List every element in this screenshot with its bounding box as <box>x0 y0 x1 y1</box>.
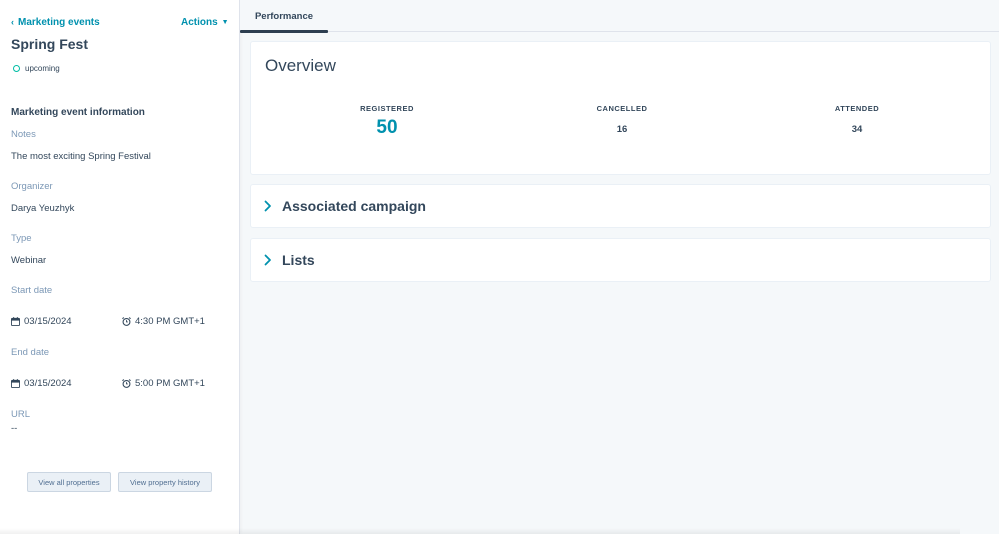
lists-section[interactable]: Lists <box>250 238 991 282</box>
type-value[interactable]: Webinar <box>11 255 46 266</box>
overview-card: Overview REGISTERED 50 CANCELLED 16 ATTE… <box>250 41 991 175</box>
bottom-shadow <box>0 528 960 534</box>
back-link-label: Marketing events <box>18 17 100 28</box>
organizer-label: Organizer <box>11 181 53 192</box>
sidebar: ‹ Marketing events Actions ▼ Spring Fest… <box>0 0 240 534</box>
section-heading: Lists <box>282 252 315 268</box>
end-date-label: End date <box>11 347 50 358</box>
metric-label: CANCELLED <box>596 104 648 113</box>
overview-title: Overview <box>265 56 336 75</box>
end-time-value: 5:00 PM GMT+1 <box>135 378 205 389</box>
metric-label: ATTENDED <box>834 104 880 113</box>
chevron-left-icon: ‹ <box>11 17 14 27</box>
section-heading: Associated campaign <box>282 198 426 214</box>
chevron-right-icon <box>264 254 271 266</box>
start-time-value: 4:30 PM GMT+1 <box>135 316 205 327</box>
section-title: Marketing event information <box>11 107 145 118</box>
metric-value: 34 <box>851 124 863 135</box>
calendar-icon <box>11 317 20 326</box>
start-date-label: Start date <box>11 285 53 296</box>
tab-bar: Performance <box>240 0 999 33</box>
end-date-row[interactable]: 03/15/2024 5:00 PM GMT+1 <box>11 378 205 389</box>
status-dot-icon <box>13 65 20 72</box>
metric-registered: REGISTERED 50 <box>327 104 447 139</box>
metric-value-link[interactable]: 50 <box>376 117 397 139</box>
view-all-properties-button[interactable]: View all properties <box>27 472 111 492</box>
status-label: upcoming <box>25 64 60 73</box>
notes-label: Notes <box>11 129 36 140</box>
active-tab-indicator <box>240 30 328 33</box>
alarm-clock-icon <box>122 317 131 326</box>
metric-attended: ATTENDED 34 <box>797 104 917 135</box>
caret-down-icon: ▼ <box>221 19 229 26</box>
end-date-field[interactable]: 03/15/2024 <box>11 378 122 389</box>
start-date-row[interactable]: 03/15/2024 4:30 PM GMT+1 <box>11 316 205 327</box>
alarm-clock-icon <box>122 379 131 388</box>
tab-performance[interactable]: Performance <box>240 0 328 33</box>
chevron-right-icon <box>264 200 271 212</box>
status-badge: upcoming <box>13 64 60 73</box>
organizer-value[interactable]: Darya Yeuzhyk <box>11 203 74 214</box>
url-value[interactable]: -- <box>11 423 17 434</box>
associated-campaign-section[interactable]: Associated campaign <box>250 184 991 228</box>
start-time-field[interactable]: 4:30 PM GMT+1 <box>122 316 205 327</box>
back-to-marketing-events-link[interactable]: ‹ Marketing events <box>11 17 100 28</box>
metric-label: REGISTERED <box>360 104 414 113</box>
type-label: Type <box>11 233 32 244</box>
calendar-icon <box>11 379 20 388</box>
event-title: Spring Fest <box>11 36 89 52</box>
metric-cancelled: CANCELLED 16 <box>562 104 682 135</box>
end-time-field[interactable]: 5:00 PM GMT+1 <box>122 378 205 389</box>
actions-dropdown[interactable]: Actions ▼ <box>181 17 229 28</box>
actions-label: Actions <box>181 17 218 28</box>
notes-value[interactable]: The most exciting Spring Festival <box>11 151 151 162</box>
start-date-value: 03/15/2024 <box>24 316 72 327</box>
end-date-value: 03/15/2024 <box>24 378 72 389</box>
tab-performance-label: Performance <box>254 10 314 22</box>
view-property-history-button[interactable]: View property history <box>118 472 212 492</box>
start-date-field[interactable]: 03/15/2024 <box>11 316 122 327</box>
url-label: URL <box>11 409 31 420</box>
metric-value: 16 <box>616 124 628 135</box>
